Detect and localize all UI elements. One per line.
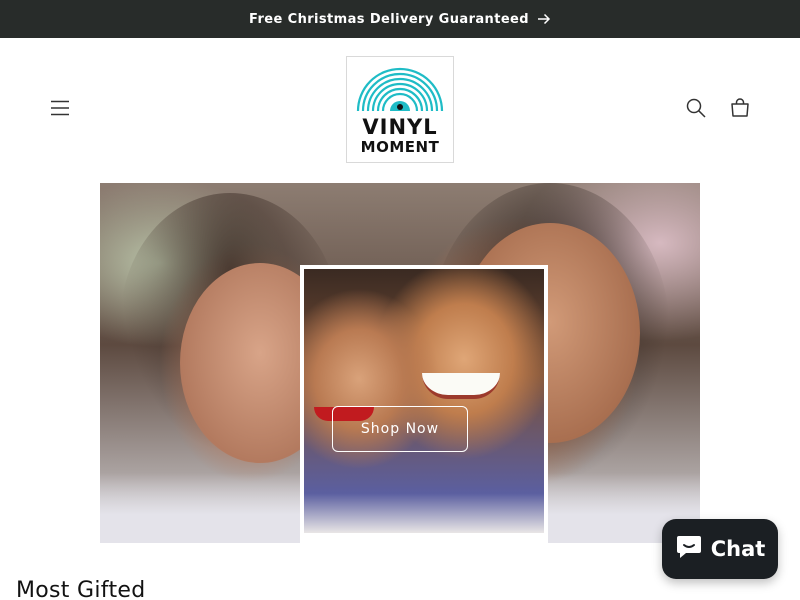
store-logo[interactable]: VINYL MOMENT	[346, 56, 454, 163]
chat-label: Chat	[710, 537, 766, 561]
vinyl-record-icon	[356, 67, 444, 112]
chat-widget-button[interactable]: Chat	[662, 519, 778, 579]
search-button[interactable]	[680, 94, 712, 126]
search-icon	[686, 98, 706, 123]
hamburger-menu-icon	[50, 100, 70, 121]
logo-line-2: MOMENT	[360, 138, 440, 156]
cart-button[interactable]	[724, 94, 756, 126]
arrow-right-icon	[537, 13, 551, 25]
hero-banner-image: Shop Now	[100, 183, 700, 543]
announcement-text: Free Christmas Delivery Guaranteed	[249, 11, 529, 27]
section-title-most-gifted: Most Gifted	[16, 578, 146, 600]
chat-bubble-icon	[675, 534, 703, 565]
logo-line-1: VINYL	[362, 115, 438, 139]
announcement-bar[interactable]: Free Christmas Delivery Guaranteed	[0, 0, 800, 38]
framed-artwork-image	[300, 265, 548, 543]
site-header: VINYL MOMENT	[0, 38, 800, 183]
menu-button[interactable]	[44, 94, 76, 126]
cart-icon	[730, 97, 750, 123]
shop-now-button[interactable]: Shop Now	[332, 406, 468, 452]
